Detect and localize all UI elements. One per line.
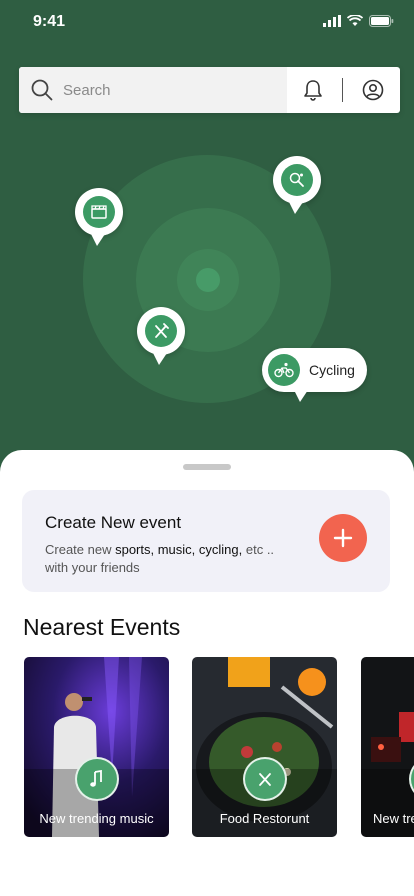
ping-pong-icon [289,172,304,187]
user-profile-icon[interactable] [362,79,384,101]
search-input[interactable]: Search [19,67,287,113]
fork-knife-icon [242,757,287,801]
music-note-icon [74,757,119,801]
bell-icon[interactable] [303,79,323,101]
map-area[interactable]: Cycling [0,120,414,460]
search-actions [287,67,400,113]
status-time: 9:41 [33,13,66,30]
wifi-icon [347,15,363,26]
food-pin[interactable] [137,307,185,365]
bottom-sheet: Create New event Create new sports, musi… [0,450,414,896]
status-bar: 9:41 [0,0,414,44]
clapperboard-icon [91,205,107,219]
search-icon [31,79,53,101]
cycling-icon [274,362,294,378]
status-icons [323,15,394,27]
cycling-pin[interactable]: Cycling [262,348,367,402]
nearest-events-title: Nearest Events [23,614,181,640]
movie-pin[interactable] [75,188,123,246]
event-label: New tre [373,811,414,826]
create-event-title: Create New event [45,513,182,532]
fork-knife-icon [155,323,169,338]
event-card[interactable]: New trending music [24,657,169,837]
event-card[interactable]: Food Restorunt [192,657,337,837]
sheet-handle[interactable] [183,464,231,470]
event-label: Food Restorunt [219,811,310,826]
add-event-button[interactable] [319,514,367,562]
sports-pin[interactable] [273,156,321,214]
create-event-description: Create new sports, music, cycling, etc .… [45,541,295,577]
desc-highlight: sports, music, cycling, [115,542,243,557]
event-card[interactable]: New tre [361,657,414,837]
battery-icon [369,15,394,27]
create-event-card[interactable]: Create New event Create new sports, musi… [22,490,390,592]
cycling-label: Cycling [309,362,355,378]
desc-prefix: Create new [45,542,116,557]
search-placeholder: Search [63,81,111,99]
plus-icon [333,528,353,548]
event-label: New trending music [39,811,154,826]
card-shade [361,769,414,837]
location-dot [196,268,220,292]
search-bar: Search [19,67,400,113]
divider [341,78,343,102]
signal-icon [323,15,341,27]
